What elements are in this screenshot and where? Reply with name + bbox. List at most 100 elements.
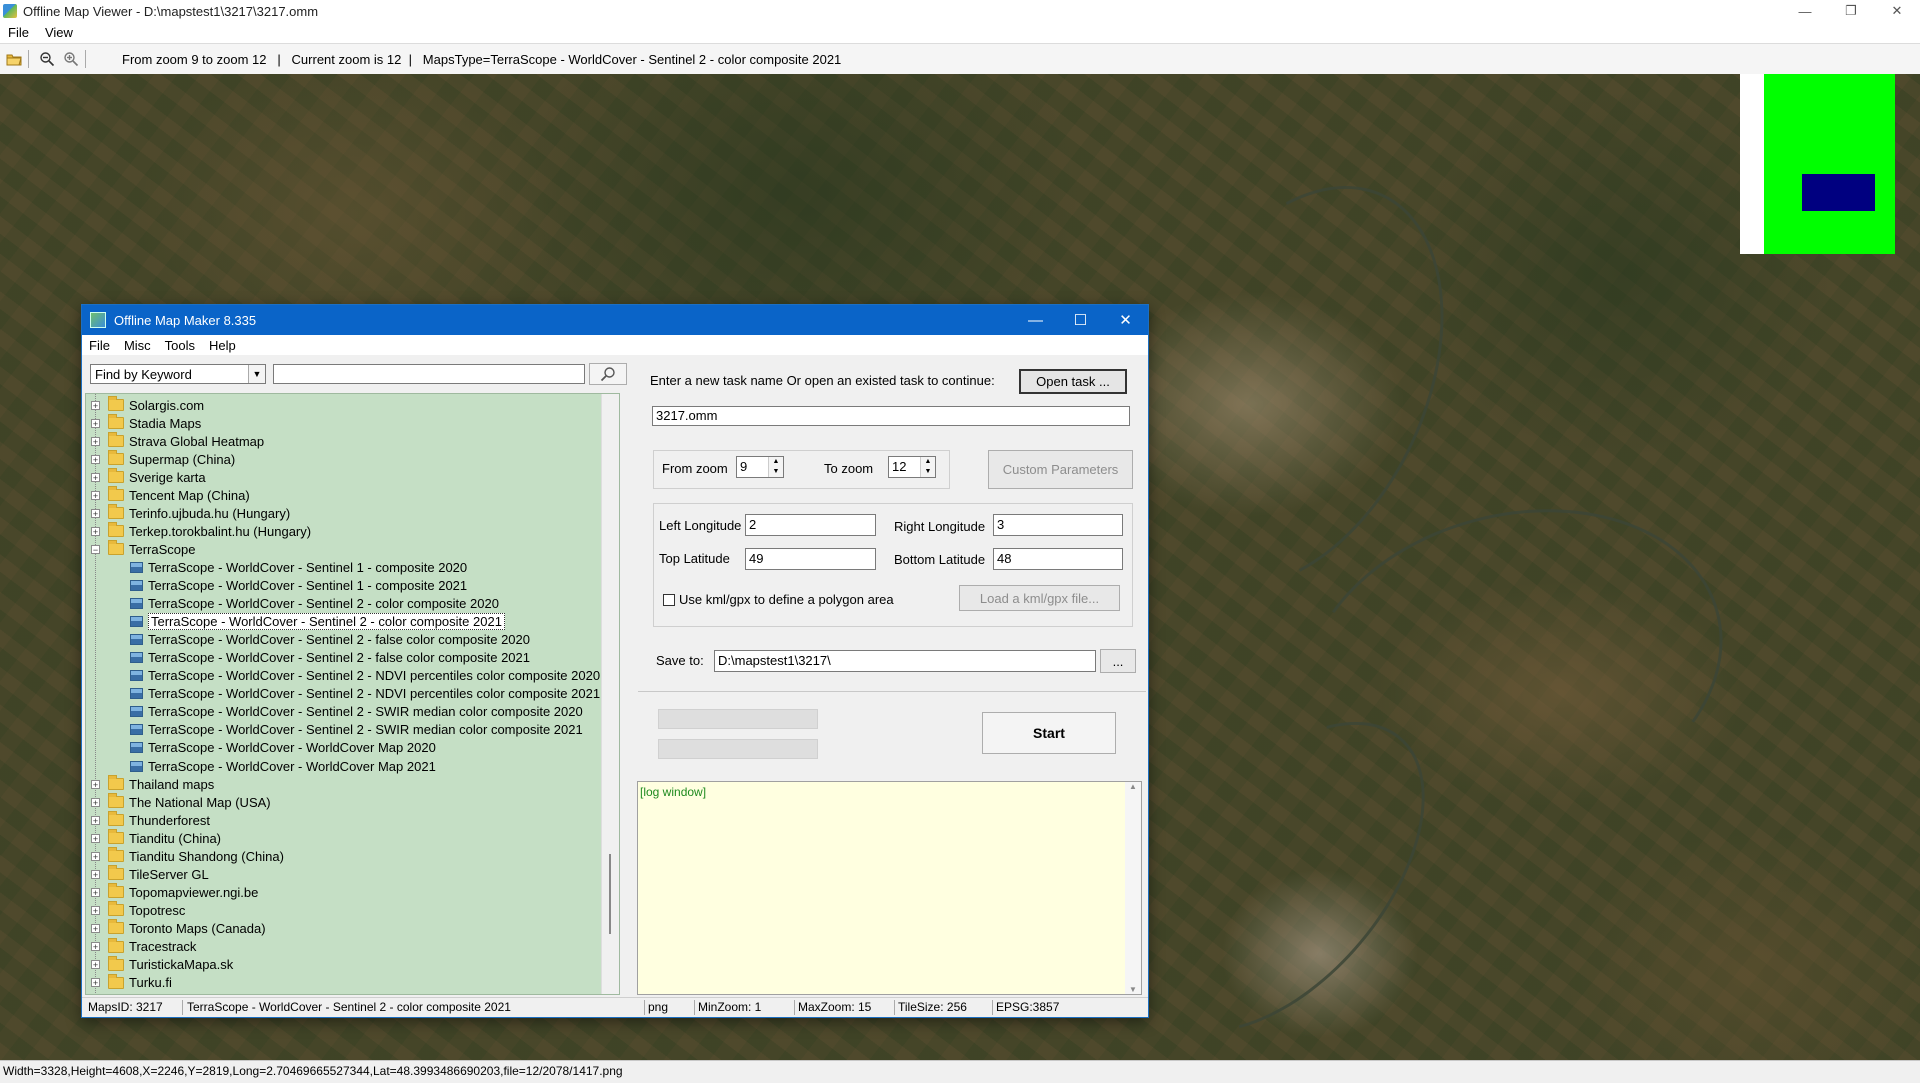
tree-map-item[interactable]: TerraScope - WorldCover - Sentinel 2 - S… xyxy=(130,721,583,739)
chevron-down-icon[interactable]: ▼ xyxy=(769,467,783,477)
tree-scrollbar[interactable] xyxy=(601,394,619,994)
find-mode-select[interactable]: Find by Keyword ▼ xyxy=(90,364,266,384)
expand-icon[interactable]: + xyxy=(91,436,100,446)
polygon-checkbox[interactable] xyxy=(663,594,675,606)
tree-map-item[interactable]: TerraScope - WorldCover - WorldCover Map… xyxy=(130,757,436,775)
chevron-up-icon[interactable]: ▲ xyxy=(769,457,783,467)
tree-folder-item[interactable]: + Terkep.torokbalint.hu (Hungary) xyxy=(91,522,311,540)
expand-icon[interactable]: + xyxy=(91,978,100,988)
dialog-menu-misc[interactable]: Misc xyxy=(117,338,158,353)
tree-folder-item[interactable]: + Thailand maps xyxy=(91,775,214,793)
bottom-latitude-input[interactable]: 48 xyxy=(993,548,1123,570)
minimap[interactable] xyxy=(1740,74,1895,254)
dialog-minimize-button[interactable]: — xyxy=(1013,305,1058,335)
expand-icon[interactable]: + xyxy=(91,779,100,789)
tree-folder-item[interactable]: + The National Map (USA) xyxy=(91,793,271,811)
open-task-button[interactable]: Open task ... xyxy=(1019,369,1127,394)
tree-map-item[interactable]: TerraScope - WorldCover - Sentinel 2 - c… xyxy=(130,613,505,631)
menu-view[interactable]: View xyxy=(37,25,81,40)
expand-icon[interactable]: + xyxy=(91,797,100,807)
left-longitude-input[interactable]: 2 xyxy=(745,514,876,536)
dialog-menu-help[interactable]: Help xyxy=(202,338,243,353)
tree-folder-item[interactable]: + Sverige karta xyxy=(91,468,206,486)
expand-icon[interactable]: + xyxy=(91,815,100,825)
load-kml-button[interactable]: Load a kml/gpx file... xyxy=(959,585,1120,611)
tree-folder-item[interactable]: + Tencent Map (China) xyxy=(91,486,250,504)
expand-icon[interactable]: + xyxy=(91,905,100,915)
maximize-button[interactable]: ❐ xyxy=(1828,0,1874,22)
tree-folder-item[interactable]: + Terinfo.ujbuda.hu (Hungary) xyxy=(91,504,290,522)
tree-map-item[interactable]: TerraScope - WorldCover - Sentinel 2 - N… xyxy=(130,685,600,703)
map-source-tree[interactable]: + Solargis.com + Stadia Maps + Strava Global … xyxy=(85,393,620,995)
scroll-down-icon[interactable]: ▼ xyxy=(1125,985,1141,994)
from-zoom-arrows[interactable]: ▲ ▼ xyxy=(768,457,783,477)
expand-icon[interactable]: + xyxy=(91,833,100,843)
tree-folder-item[interactable]: + TuristickaMapa.sk xyxy=(91,955,233,974)
expand-icon[interactable]: + xyxy=(91,454,100,464)
tree-map-item[interactable]: TerraScope - WorldCover - Sentinel 2 - f… xyxy=(130,649,530,667)
to-zoom-arrows[interactable]: ▲ ▼ xyxy=(920,457,935,477)
tree-scrollbar-thumb[interactable] xyxy=(609,854,611,934)
browse-button[interactable]: ... xyxy=(1100,649,1136,673)
expand-icon[interactable]: + xyxy=(91,942,100,952)
expand-icon[interactable]: + xyxy=(91,851,100,861)
tree-folder-item[interactable]: + Solargis.com xyxy=(91,396,204,414)
tree-map-item[interactable]: TerraScope - WorldCover - Sentinel 2 - S… xyxy=(130,703,583,721)
tree-folder-item[interactable]: + Topomapviewer.ngi.be xyxy=(91,883,258,901)
chevron-up-icon[interactable]: ▲ xyxy=(921,457,935,467)
expand-icon[interactable]: + xyxy=(91,508,100,518)
expand-icon[interactable]: + xyxy=(91,923,100,933)
tree-folder-item[interactable]: + Supermap (China) xyxy=(91,450,235,468)
tree-folder-item[interactable]: + Toronto Maps (Canada) xyxy=(91,919,266,937)
minimize-button[interactable]: — xyxy=(1782,0,1828,22)
tree-map-item[interactable]: TerraScope - WorldCover - Sentinel 2 - f… xyxy=(130,631,530,649)
tree-map-item[interactable]: TerraScope - WorldCover - Sentinel 1 - c… xyxy=(130,558,467,576)
tree-folder-item[interactable]: + TileServer GL xyxy=(91,865,209,883)
tree-folder-item[interactable]: + Stadia Maps xyxy=(91,414,201,432)
log-window[interactable]: [log window] ▲ ▼ xyxy=(637,781,1142,995)
chevron-down-icon[interactable]: ▼ xyxy=(248,365,265,383)
tree-folder-item[interactable]: + Strava Global Heatmap xyxy=(91,432,264,450)
expand-icon[interactable]: + xyxy=(91,490,100,500)
expand-icon[interactable]: + xyxy=(91,400,100,410)
expand-icon[interactable]: + xyxy=(91,869,100,879)
tree-folder-item[interactable]: + Tianditu Shandong (China) xyxy=(91,847,284,865)
collapse-icon[interactable]: − xyxy=(91,544,100,554)
custom-parameters-button[interactable]: Custom Parameters xyxy=(988,450,1133,489)
tree-map-item[interactable]: TerraScope - WorldCover - Sentinel 2 - N… xyxy=(130,667,600,685)
expand-icon[interactable]: + xyxy=(91,526,100,536)
log-scrollbar[interactable]: ▲ ▼ xyxy=(1125,782,1141,994)
save-to-input[interactable]: D:\mapstest1\3217\ xyxy=(714,650,1096,672)
search-button[interactable] xyxy=(589,363,627,385)
expand-icon[interactable]: + xyxy=(91,960,100,970)
task-name-input[interactable]: 3217.omm xyxy=(652,406,1130,426)
dialog-titlebar[interactable]: Offline Map Maker 8.335 — ☐ ✕ xyxy=(82,305,1148,335)
keyword-search-input[interactable] xyxy=(273,364,585,384)
expand-icon[interactable]: + xyxy=(91,418,100,428)
tree-map-item[interactable]: TerraScope - WorldCover - Sentinel 1 - c… xyxy=(130,577,467,595)
tree-map-item[interactable]: TerraScope - WorldCover - WorldCover Map… xyxy=(130,739,436,757)
start-button[interactable]: Start xyxy=(982,712,1116,754)
chevron-down-icon[interactable]: ▼ xyxy=(921,467,935,477)
tree-map-item[interactable]: TerraScope - WorldCover - Sentinel 2 - c… xyxy=(130,595,499,613)
tree-folder-item[interactable]: + Topotresc xyxy=(91,901,185,919)
expand-icon[interactable]: + xyxy=(91,472,100,482)
tree-folder-item[interactable]: + Thunderforest xyxy=(91,811,210,829)
tree-folder-item[interactable]: + Tracestrack xyxy=(91,937,196,956)
right-longitude-input[interactable]: 3 xyxy=(993,514,1123,536)
zoom-out-icon[interactable] xyxy=(37,49,57,69)
to-zoom-stepper[interactable]: 12 ▲ ▼ xyxy=(888,456,936,478)
dialog-close-button[interactable]: ✕ xyxy=(1103,305,1148,335)
dialog-maximize-button[interactable]: ☐ xyxy=(1058,305,1103,335)
zoom-in-icon[interactable] xyxy=(61,49,81,69)
close-button[interactable]: ✕ xyxy=(1874,0,1920,22)
from-zoom-stepper[interactable]: 9 ▲ ▼ xyxy=(736,456,784,478)
dialog-menu-file[interactable]: File xyxy=(82,338,117,353)
menu-file[interactable]: File xyxy=(0,25,37,40)
scroll-up-icon[interactable]: ▲ xyxy=(1125,782,1141,791)
dialog-menu-tools[interactable]: Tools xyxy=(158,338,202,353)
tree-folder-item[interactable]: + Tianditu (China) xyxy=(91,829,221,847)
tree-folder-item[interactable]: − TerraScope xyxy=(91,540,195,558)
open-folder-icon[interactable] xyxy=(4,49,24,69)
top-latitude-input[interactable]: 49 xyxy=(745,548,876,570)
